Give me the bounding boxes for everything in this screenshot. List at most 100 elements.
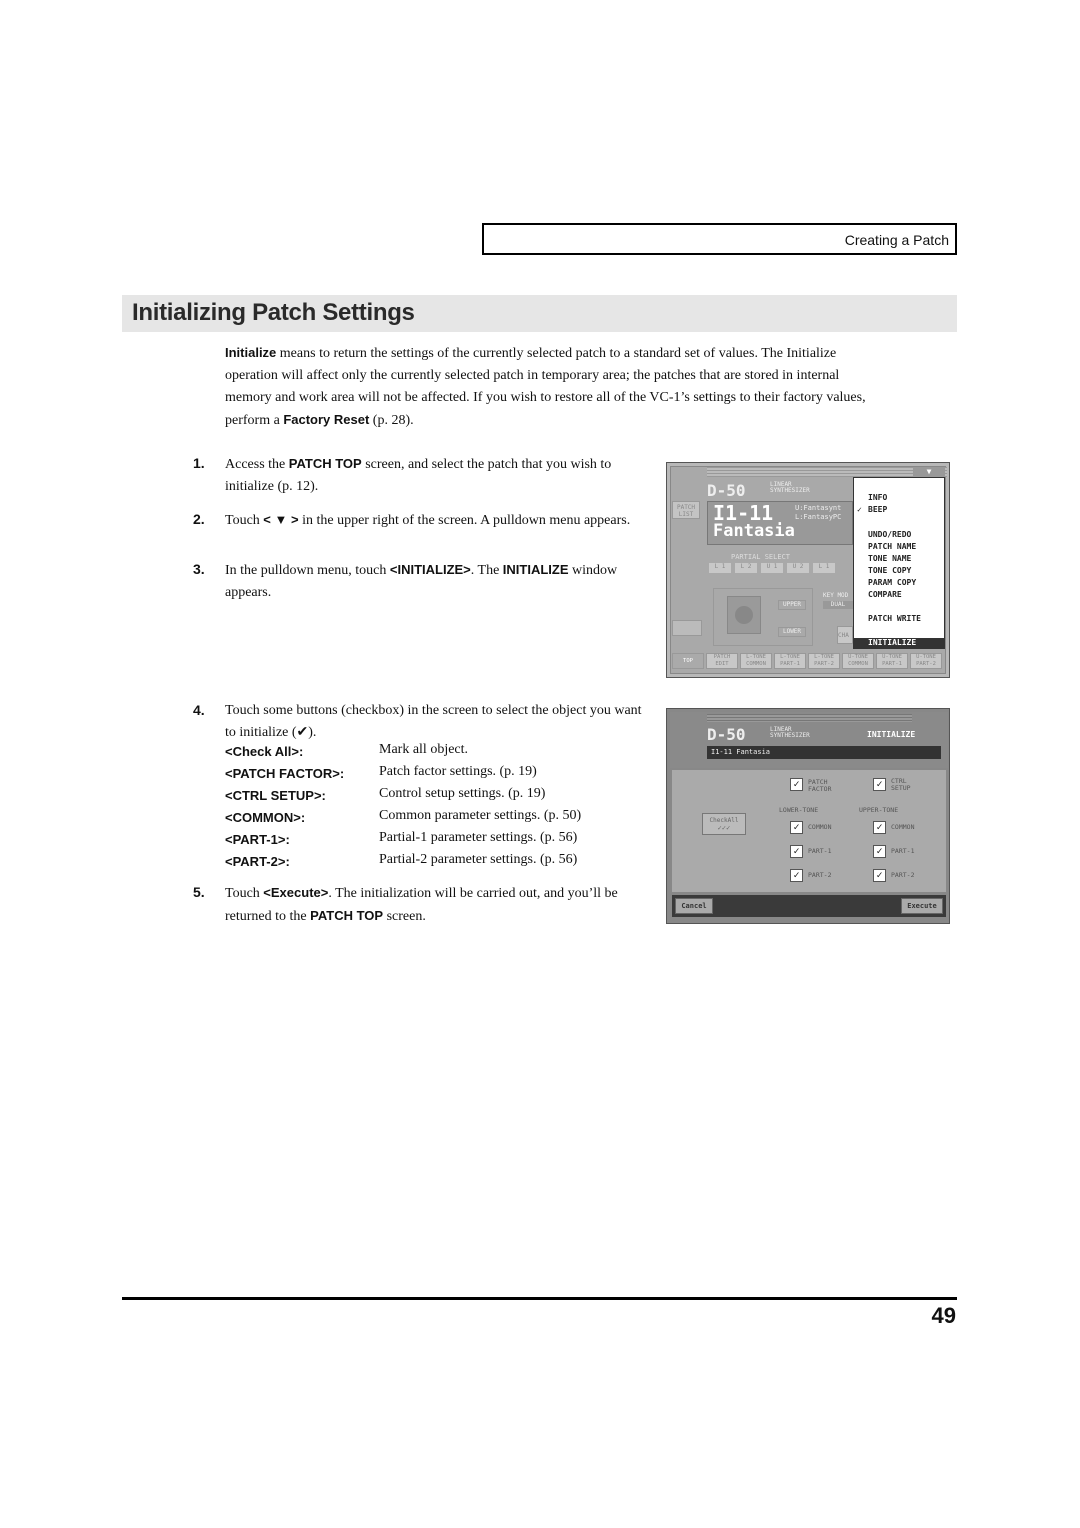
cancel-button[interactable]: Cancel xyxy=(675,898,713,914)
def-desc: Mark all object. xyxy=(379,742,469,757)
step-4: Touch some buttons (checkbox) in the scr… xyxy=(225,703,642,740)
menu-item-patch-write[interactable]: PATCH WRITE xyxy=(868,614,921,623)
upper-common-checkbox[interactable]: ✓ xyxy=(873,821,886,834)
menu-item-tone-copy[interactable]: TONE COPY xyxy=(868,566,911,575)
text: (p. 28). xyxy=(369,413,414,428)
upper-part1-checkbox[interactable]: ✓ xyxy=(873,845,886,858)
tempo-list-icon[interactable] xyxy=(672,620,702,636)
check-all-label: CheckAll xyxy=(709,817,739,824)
partial-select-label: PARTIAL SELECT xyxy=(731,553,791,561)
upper-tone-heading: UPPER-TONE xyxy=(859,806,899,814)
section-title: Initializing Patch Settings xyxy=(132,299,415,326)
logo-subtitle: LINEAR SYNTHESIZER xyxy=(770,481,810,494)
pulldown-triangle-button[interactable]: ▼ xyxy=(913,467,945,477)
menu-item-patch-name[interactable]: PATCH NAME xyxy=(868,542,916,551)
patch-top-screenshot: D-50 LINEAR SYNTHESIZER PATCH LIST I1-11… xyxy=(666,462,950,678)
step-3: In the pulldown menu, touch <INITIALIZE>… xyxy=(225,559,650,604)
logo: D-50 xyxy=(707,725,746,744)
menu-item-tone-name[interactable]: TONE NAME xyxy=(868,554,911,563)
term: PATCH TOP xyxy=(288,456,362,471)
term: Initialize xyxy=(225,345,277,360)
text: Touch xyxy=(225,513,264,528)
chase-button[interactable]: CHA xyxy=(837,626,853,644)
intro-paragraph: Initialize means to return the settings … xyxy=(225,342,885,432)
step-number: 1. xyxy=(193,455,205,471)
lower-part2-label: PART-2 xyxy=(808,871,832,879)
running-header: Creating a Patch xyxy=(482,223,957,255)
logo: D-50 xyxy=(707,481,746,500)
tab-u-tone-part-2[interactable]: U-TONE PART-2 xyxy=(910,653,942,669)
execute-button[interactable]: Execute xyxy=(901,898,943,914)
upper-button[interactable]: UPPER xyxy=(778,600,806,610)
ctrl-setup-label: CTRL SETUP xyxy=(891,777,911,792)
menu-item-info[interactable]: INFO xyxy=(868,493,887,502)
lower-part1-label: PART-1 xyxy=(808,847,832,855)
joystick-knob-icon xyxy=(735,606,753,624)
step-2: Touch < ▼ > in the upper right of the sc… xyxy=(225,509,650,532)
step-5: Touch <Execute>. The initialization will… xyxy=(225,882,650,928)
section-name: Creating a Patch xyxy=(844,232,949,248)
def-term: <PART-2>: xyxy=(225,854,290,869)
partial-button[interactable]: L 1 xyxy=(709,563,731,573)
menu-item-param-copy[interactable]: PARAM COPY xyxy=(868,578,916,587)
def-desc: Partial-1 parameter settings. (p. 56) xyxy=(379,830,578,845)
text: Touch xyxy=(225,886,264,901)
upper-part2-checkbox[interactable]: ✓ xyxy=(873,869,886,882)
def-desc: Common parameter settings. (p. 50) xyxy=(379,808,582,823)
term: INITIALIZE xyxy=(502,562,569,577)
menu-item-undo-redo[interactable]: UNDO/REDO xyxy=(868,530,911,539)
lower-part1-checkbox[interactable]: ✓ xyxy=(790,845,803,858)
term: PATCH TOP xyxy=(310,908,384,923)
patch-list-button[interactable]: PATCH LIST xyxy=(672,501,700,519)
tab-l-tone-part-1[interactable]: L-TONE PART-1 xyxy=(774,653,806,669)
title-stripes xyxy=(707,714,912,722)
step-1: Access the PATCH TOP screen, and select … xyxy=(225,453,650,498)
title-stripes xyxy=(707,467,947,477)
patch-name: Fantasia xyxy=(713,521,795,541)
menu-item-initialize[interactable]: INITIALIZE xyxy=(854,638,944,648)
checks-icon: ✓✓✓ xyxy=(717,824,731,832)
def-term: <PATCH FACTOR>: xyxy=(225,766,345,781)
def-desc: Partial-2 parameter settings. (p. 56) xyxy=(379,852,578,867)
text: In the pulldown menu, touch xyxy=(225,563,390,578)
logo-subtitle: LINEAR SYNTHESIZER xyxy=(770,726,810,739)
partial-button[interactable]: L 1 xyxy=(813,563,835,573)
menu-item-beep[interactable]: BEEP xyxy=(868,505,887,514)
tab-u-tone-part-1[interactable]: U-TONE PART-1 xyxy=(876,653,908,669)
def-term: <PART-1>: xyxy=(225,832,290,847)
upper-common-label: COMMON xyxy=(891,823,915,831)
step-number: 3. xyxy=(193,561,205,577)
partial-button[interactable]: U 1 xyxy=(761,563,783,573)
lower-tone-name: L:FantasyPC xyxy=(795,513,842,521)
tab-patch-edit[interactable]: PATCH EDIT xyxy=(706,653,738,669)
ctrl-setup-checkbox[interactable]: ✓ xyxy=(873,778,886,791)
step-number: 5. xyxy=(193,884,205,900)
tab-u-tone-common[interactable]: U-TONE COMMON xyxy=(842,653,874,669)
upper-tone-name: U:Fantasynt xyxy=(795,504,842,512)
key-mode-value[interactable]: DUAL xyxy=(823,601,853,609)
step-number: 2. xyxy=(193,511,205,527)
term: <INITIALIZE> xyxy=(389,562,471,577)
section-title-bar: Initializing Patch Settings xyxy=(122,295,957,332)
menu-item-compare[interactable]: COMPARE xyxy=(868,590,902,599)
text: in the upper right of the screen. A pull… xyxy=(298,513,631,528)
lower-part2-checkbox[interactable]: ✓ xyxy=(790,869,803,882)
initialize-window-screenshot: D-50 LINEAR SYNTHESIZER INITIALIZE I1-11… xyxy=(666,708,950,924)
def-term: <CTRL SETUP>: xyxy=(225,788,326,803)
upper-part2-label: PART-2 xyxy=(891,871,915,879)
patch-factor-checkbox[interactable]: ✓ xyxy=(790,778,803,791)
lower-button[interactable]: LOWER xyxy=(778,627,806,637)
window-title: INITIALIZE xyxy=(867,730,916,739)
term: <Execute> xyxy=(263,885,329,900)
check-all-button[interactable]: CheckAll ✓✓✓ xyxy=(702,813,746,835)
def-term: <Check All>: xyxy=(225,744,304,759)
tab-l-tone-part-2[interactable]: L-TONE PART-2 xyxy=(808,653,840,669)
patch-factor-label: PATCH FACTOR xyxy=(808,778,832,793)
lower-common-checkbox[interactable]: ✓ xyxy=(790,821,803,834)
def-desc: Patch factor settings. (p. 19) xyxy=(379,764,537,779)
tab-l-tone-common[interactable]: L-TONE COMMON xyxy=(740,653,772,669)
text: . The xyxy=(470,563,503,578)
tab-top[interactable]: TOP xyxy=(672,653,704,669)
partial-button[interactable]: L 2 xyxy=(735,563,757,573)
partial-button[interactable]: U 2 xyxy=(787,563,809,573)
